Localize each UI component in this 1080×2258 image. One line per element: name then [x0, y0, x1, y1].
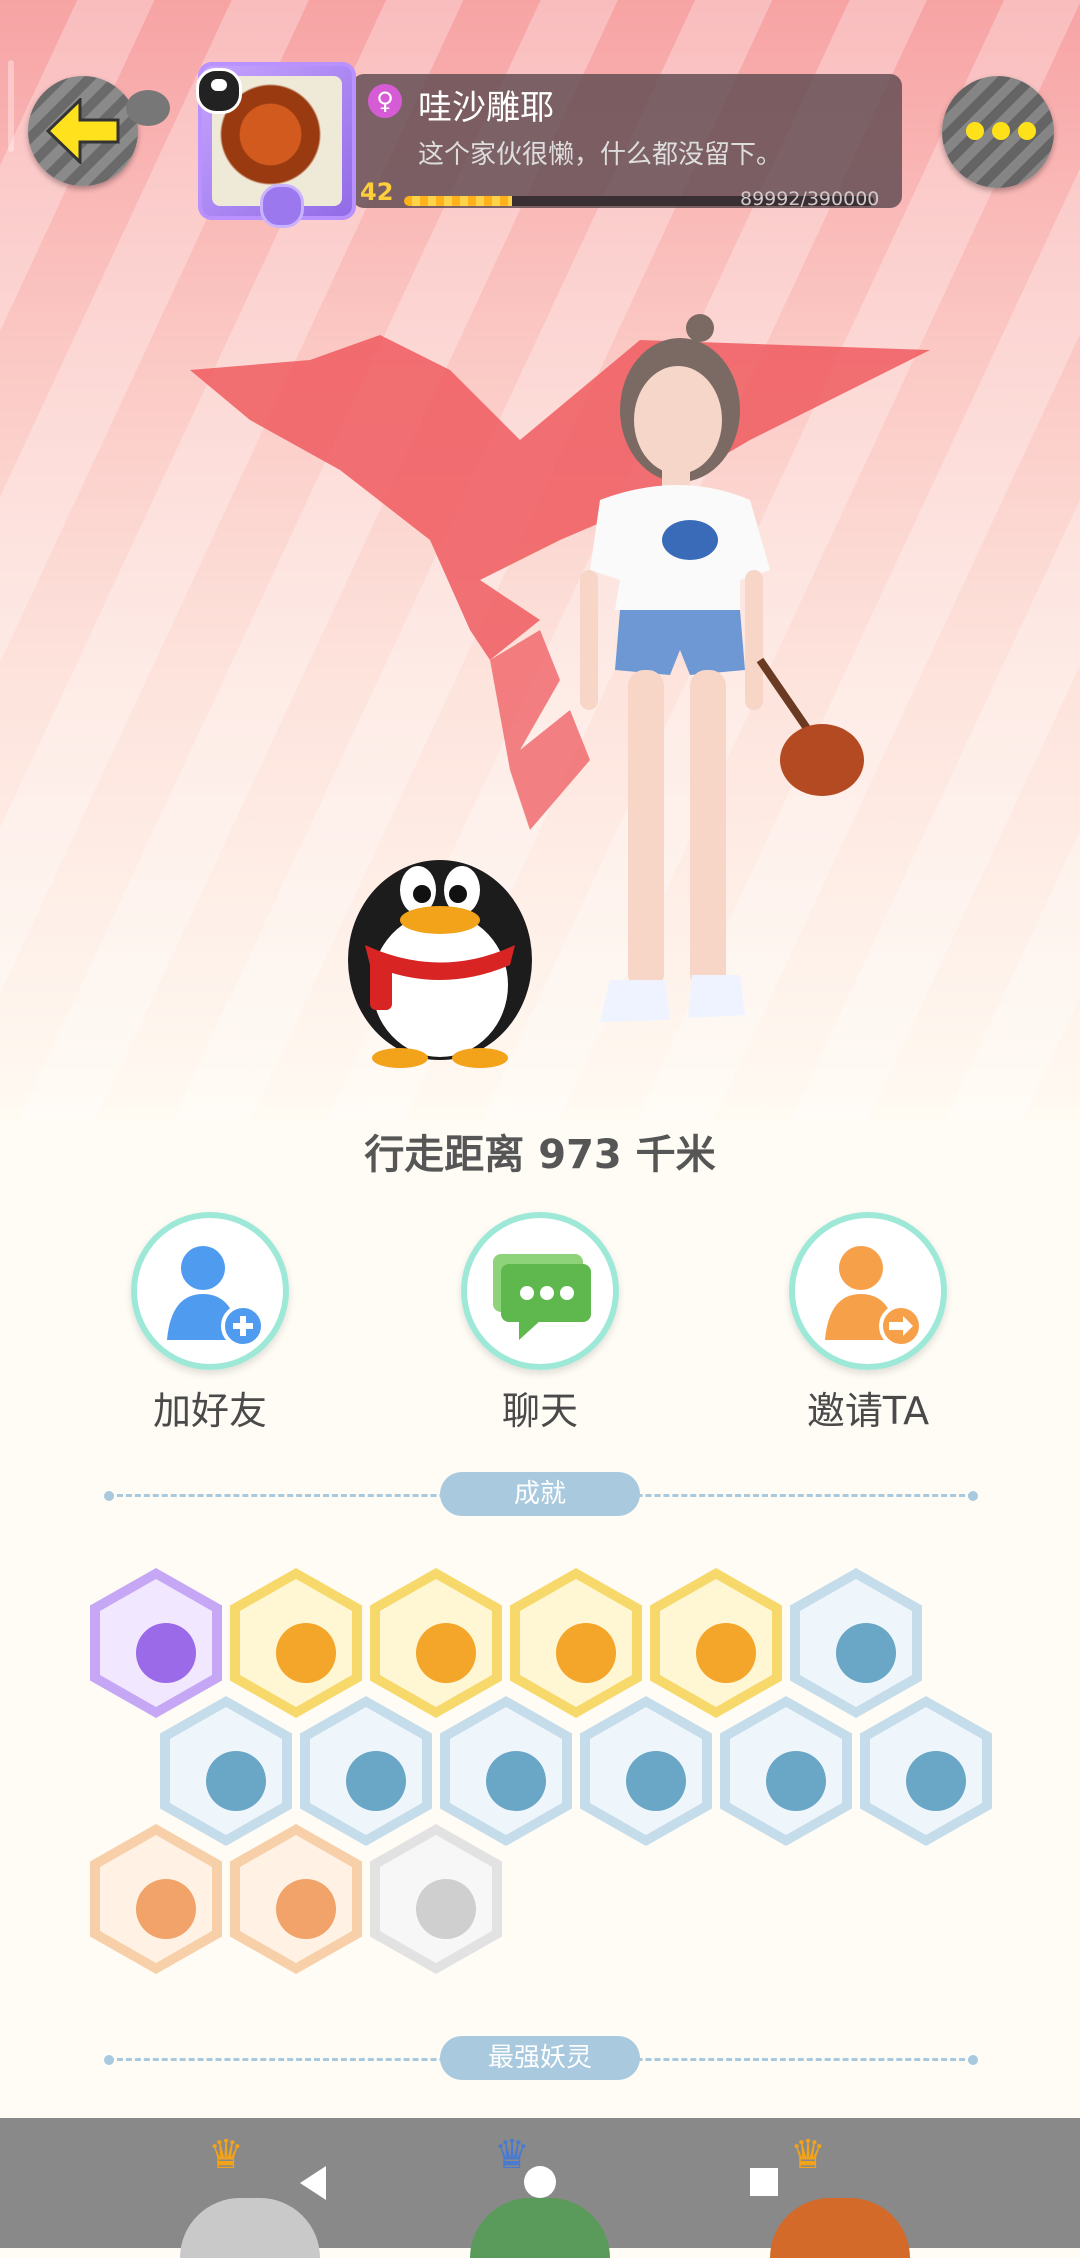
wolf-book-icon: [416, 1879, 476, 1939]
system-nav-bar: ♛ ♛ ♛: [0, 2118, 1080, 2258]
walk-distance: 行走距离 973 千米: [364, 1132, 716, 1178]
achievement-badge-inner: [660, 1579, 772, 1707]
achievement-badge[interactable]: [580, 1696, 712, 1846]
back-arrow-icon: [46, 98, 120, 164]
achievement-badge[interactable]: [650, 1568, 782, 1718]
nav-back-icon[interactable]: [296, 2164, 330, 2202]
sneaker-icon: [836, 1623, 896, 1683]
add-friend-icon: [167, 1246, 265, 1348]
chat-icon: [493, 1254, 591, 1340]
taichi-icon: [626, 1751, 686, 1811]
achievement-badge-inner: [100, 1835, 212, 1963]
achievement-badge-inner: [100, 1579, 212, 1707]
xp-progress-fill: [404, 196, 513, 206]
avatar-badge-icon: [260, 184, 304, 228]
achievement-badge[interactable]: [370, 1824, 502, 1974]
xp-text: 89992/390000: [740, 188, 880, 210]
cat-cart-icon: [136, 1879, 196, 1939]
achievement-badge-inner: [730, 1707, 842, 1835]
achievement-badge[interactable]: [90, 1824, 222, 1974]
bull-icon: [276, 1879, 336, 1939]
achievement-badge-inner: [520, 1579, 632, 1707]
character-avatar[interactable]: [540, 310, 880, 1070]
chat-circle: [461, 1212, 619, 1370]
moon-icon: [206, 1751, 266, 1811]
achievement-badge[interactable]: [230, 1568, 362, 1718]
crystal-icon: [346, 1751, 406, 1811]
yin-yang-comet-icon: [556, 1623, 616, 1683]
achievements-title: 成就: [440, 1472, 640, 1516]
crown-icon-1: ♛: [208, 2132, 244, 2178]
left-edge-handle: [8, 60, 14, 152]
username: 哇沙雕耶: [418, 88, 554, 128]
add-friend-button[interactable]: 加好友: [110, 1212, 310, 1435]
chat-button[interactable]: 聊天: [440, 1212, 640, 1435]
achievement-badge[interactable]: [860, 1696, 992, 1846]
bio-text: 这个家伙很懒，什么都没留下。: [418, 140, 783, 170]
invite-label: 邀请TA: [806, 1389, 930, 1433]
gold-blob-icon: [416, 1623, 476, 1683]
achievement-badge[interactable]: [230, 1824, 362, 1974]
achievement-badge-inner: [590, 1707, 702, 1835]
purple-cat-icon: [136, 1623, 196, 1683]
invite-button[interactable]: 邀请TA: [768, 1212, 968, 1435]
action-buttons: 加好友 聊天 邀请TA: [0, 1212, 1080, 1435]
strongest-spirit-title: 最强妖灵: [440, 2036, 640, 2080]
achievement-badge[interactable]: [510, 1568, 642, 1718]
achievement-badge[interactable]: [90, 1568, 222, 1718]
spirit-avatar-3[interactable]: [770, 2198, 910, 2258]
more-button[interactable]: [942, 76, 1054, 188]
achievement-badge-inner: [240, 1835, 352, 1963]
spirit-avatar-1[interactable]: [180, 2198, 320, 2258]
nav-recents-icon[interactable]: [748, 2166, 780, 2198]
sun-flower-icon: [276, 1623, 336, 1683]
achievement-badge-inner: [870, 1707, 982, 1835]
achievement-badge[interactable]: [720, 1696, 852, 1846]
add-friend-label: 加好友: [152, 1389, 267, 1433]
female-icon: ♀: [368, 84, 402, 118]
chat-label: 聊天: [501, 1389, 578, 1433]
penguin-pet[interactable]: [330, 820, 550, 1070]
achievement-badge[interactable]: [160, 1696, 292, 1846]
back-button[interactable]: [28, 76, 170, 186]
achievement-badge[interactable]: [370, 1568, 502, 1718]
achievement-badge-inner: [800, 1579, 912, 1707]
more-dots-icon: [966, 122, 1036, 140]
invite-icon: [825, 1246, 923, 1348]
achievement-badge-inner: [380, 1579, 492, 1707]
portal-icon: [906, 1751, 966, 1811]
achievement-badge-inner: [170, 1707, 282, 1835]
crown-icon-3: ♛: [790, 2132, 826, 2178]
fox-spirit-icon: [696, 1623, 756, 1683]
level-badge: 42: [360, 178, 394, 206]
achievement-badge-inner: [380, 1835, 492, 1963]
achievement-badge[interactable]: [790, 1568, 922, 1718]
nav-home-icon[interactable]: [522, 2164, 558, 2200]
achievement-badge-inner: [450, 1707, 562, 1835]
qq-badge-icon: [196, 68, 242, 114]
invite-circle: [789, 1212, 947, 1370]
fish-dragon-icon: [766, 1751, 826, 1811]
achievement-badge-inner: [240, 1579, 352, 1707]
add-friend-circle: [131, 1212, 289, 1370]
achievement-badge[interactable]: [440, 1696, 572, 1846]
back-button-tail: [126, 90, 170, 126]
achievement-badge[interactable]: [300, 1696, 432, 1846]
spirit-avatar-2[interactable]: [470, 2198, 610, 2258]
spirit-figure-icon: [486, 1751, 546, 1811]
achievement-badge-inner: [310, 1707, 422, 1835]
